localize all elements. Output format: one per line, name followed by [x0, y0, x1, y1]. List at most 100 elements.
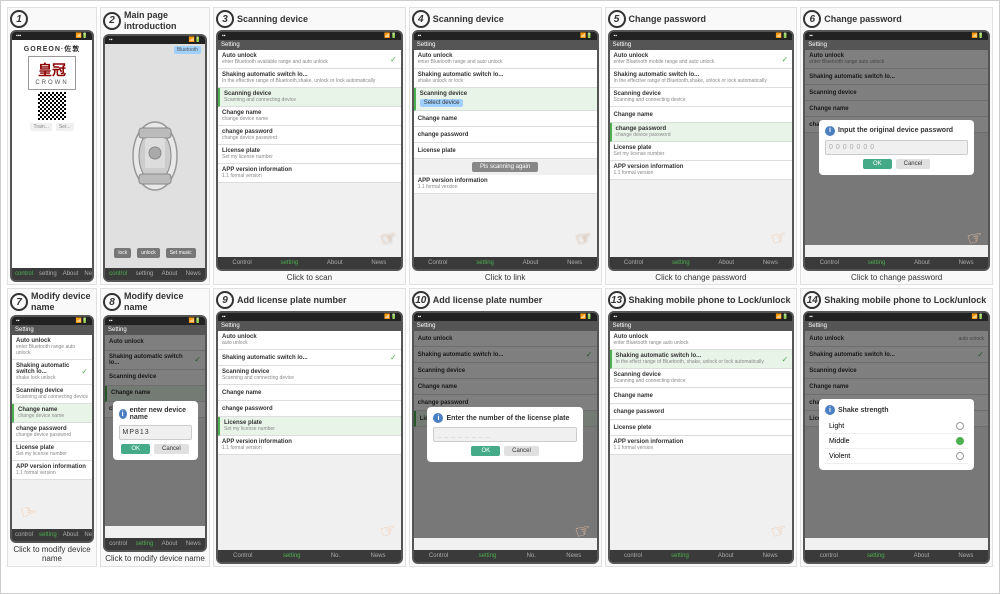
step-number-9: 9 [216, 291, 234, 309]
nav-about-4[interactable]: About [520, 259, 542, 267]
nav-news-4[interactable]: News [564, 259, 585, 267]
shake-dialog-overlay: i Shake strength Light Middle [805, 331, 988, 537]
shaking-4[interactable]: Shaking automatic switch lo...shake unlo… [414, 69, 597, 88]
nav-news-3[interactable]: News [368, 259, 389, 267]
dialog-ok-btn-10[interactable]: OK [471, 446, 500, 456]
nav-control-1[interactable]: control [12, 270, 36, 278]
nav-setting-2[interactable]: setting [133, 270, 157, 278]
dialog-cancel-btn-6[interactable]: Cancel [896, 159, 931, 169]
nav-news-1[interactable]: News [81, 270, 94, 278]
dialog-ok-btn-8[interactable]: OK [121, 444, 150, 454]
nav-setting-3[interactable]: setting [277, 259, 301, 267]
change-name-5[interactable]: Change name [610, 107, 793, 123]
info-icon-10: i [433, 413, 443, 423]
nav-control-4[interactable]: Control [425, 259, 450, 267]
shake-middle-label: Middle [829, 438, 850, 445]
nav-control-3[interactable]: Control [229, 259, 254, 267]
step-title-5: Change password [629, 14, 707, 25]
dialog-cancel-btn-10[interactable]: Cancel [504, 446, 539, 456]
plate-dialog: i Enter the number of the license plate … [427, 407, 582, 462]
step-10: 10 Add license plate number ▪▪ 📶🔋 Settin… [409, 288, 602, 566]
license-3[interactable]: License plateSet my license number [218, 145, 401, 164]
pwd-input[interactable]: 0000000 [825, 140, 968, 155]
dialog-ok-btn-6[interactable]: OK [863, 159, 892, 169]
license-9[interactable]: License plateSet my license number [218, 417, 401, 436]
dialog-cancel-btn-8[interactable]: Cancel [154, 444, 189, 454]
step-number-7: 7 [10, 293, 28, 311]
info-icon-6: i [825, 126, 835, 136]
pwd-dialog: i Input the original device password 000… [819, 120, 974, 175]
step-number-10: 10 [412, 291, 430, 309]
step-caption-4: Click to link [485, 273, 525, 283]
phone-screen-3: ▪▪ 📶🔋 Setting Auto unlockenter Bluetooth… [216, 30, 403, 271]
name-input[interactable]: MP813 [119, 425, 192, 440]
shaking-5[interactable]: Shaking automatic switch lo...In the eff… [610, 69, 793, 88]
scanning-3[interactable]: Scanning deviceScanning and connecting d… [218, 88, 401, 107]
phone-screen-7: ▪▪ 📶🔋 Setting Auto unlockenter Bluetooth… [10, 315, 94, 543]
step-number-6: 6 [803, 10, 821, 28]
radio-violent[interactable] [956, 452, 964, 460]
step-caption-5: Click to change password [655, 273, 746, 283]
app-version-3[interactable]: APP version information1.1 formal versio… [218, 164, 401, 183]
app-version-5[interactable]: APP version information1.1 formal versio… [610, 161, 793, 180]
setting-header-3: Setting [221, 42, 240, 48]
step-8: 8 Modify device name ▪▪ 📶🔋 Setting Auto … [100, 288, 210, 566]
nav-about-2[interactable]: About [159, 270, 181, 278]
step-number-14: 14 [803, 291, 821, 309]
step-2: 2 Main page introduction ▪▪ 📶🔋 Bluetooth [100, 7, 210, 285]
shaking-13[interactable]: Shaking automatic switch lo...In the eff… [610, 350, 793, 369]
step-3: 3 Scanning device ▪▪ 📶🔋 Setting Auto unl… [213, 7, 406, 285]
auto-unlock-4[interactable]: Auto unlockenter Bluetooth range and aut… [414, 50, 597, 69]
nav-setting-1[interactable]: setting [36, 270, 60, 278]
shake-violent-label: Violent [829, 453, 850, 460]
step-number-5: 5 [608, 10, 626, 28]
scanning-5[interactable]: Scanning deviceScanning and connecting d… [610, 88, 793, 107]
step-number-3: 3 [216, 10, 234, 28]
shake-light[interactable]: Light [825, 419, 968, 434]
step-title-2: Main page introduction [124, 10, 207, 32]
shake-middle[interactable]: Middle [825, 434, 968, 449]
unlock-btn[interactable]: unlock [137, 248, 159, 258]
nav-about-1[interactable]: About [60, 270, 82, 278]
car-music-btn[interactable]: Set music [166, 248, 196, 258]
step-13: 13 Shaking mobile phone to Lock/unlock ▪… [605, 288, 798, 566]
app-version-4[interactable]: APP version information1.1 formal versio… [414, 175, 597, 194]
license-5[interactable]: License plateSet my license number [610, 142, 793, 161]
auto-unlock-3[interactable]: Auto unlockenter Bluetooth available ran… [218, 50, 401, 69]
phone-screen-1: ▪▪▪ 📶🔋 GOREON·佐敦 皇冠 CROWN Train... Ser..… [10, 30, 94, 282]
step-caption-7: Click to modify device name [10, 545, 94, 564]
pls-scanning-btn[interactable]: Pls scanning again [472, 162, 538, 172]
license-4[interactable]: License plate [414, 143, 597, 159]
change-pwd-5[interactable]: change passwordchange device password [610, 123, 793, 142]
auto-unlock-5[interactable]: Auto unlockenter Bluetooth mobile range … [610, 50, 793, 69]
settings-list-4: Auto unlockenter Bluetooth range and aut… [414, 50, 597, 257]
change-name-3[interactable]: Change namechange device name [218, 107, 401, 126]
radio-light[interactable] [956, 422, 964, 430]
nav-about-3[interactable]: About [324, 259, 346, 267]
nav-control-2[interactable]: control [106, 270, 130, 278]
nav-setting-4[interactable]: setting [473, 259, 497, 267]
step-4: 4 Scanning device ▪▪ 📶🔋 Setting Auto unl… [409, 7, 602, 285]
phone-screen-6: ▪▪ 📶🔋 Setting Auto unlockenter Bluetooth… [803, 30, 990, 271]
shake-violent[interactable]: Violent [825, 449, 968, 464]
radio-middle[interactable] [956, 437, 964, 445]
dialog-title-10: Enter the number of the license plate [446, 415, 569, 422]
shaking-3[interactable]: Shaking automatic switch lo...In the eff… [218, 69, 401, 88]
scanning-4[interactable]: Scanning device Select device [414, 88, 597, 111]
step-number-4: 4 [412, 10, 430, 28]
name-dialog: i enter new device name MP813 OK Cancel [113, 401, 198, 460]
plate-input[interactable]: ________ [433, 427, 576, 442]
change-pwd-3[interactable]: change passwordchange device password [218, 126, 401, 145]
change-pwd-4[interactable]: change password [414, 127, 597, 143]
change-name-4[interactable]: Change name [414, 111, 597, 127]
nav-news-2[interactable]: News [183, 270, 204, 278]
phone-screen-5: ▪▪ 📶🔋 Setting Auto unlockenter Bluetooth… [608, 30, 795, 271]
change-name-7[interactable]: Change namechange device name [12, 404, 92, 423]
pwd-dialog-overlay: i Input the original device password 000… [805, 50, 988, 245]
step-6: 6 Change password ▪▪ 📶🔋 Setting Auto unl… [800, 7, 993, 285]
step-caption-3: Click to scan [287, 273, 332, 283]
phone-screen-10: ▪▪ 📶🔋 Setting Auto unlock Shaking automa… [412, 311, 599, 563]
lock-btn[interactable]: lock [114, 248, 131, 258]
select-device-btn[interactable]: Select device [420, 99, 464, 107]
step-title-14: Shaking mobile phone to Lock/unlock [824, 295, 986, 306]
